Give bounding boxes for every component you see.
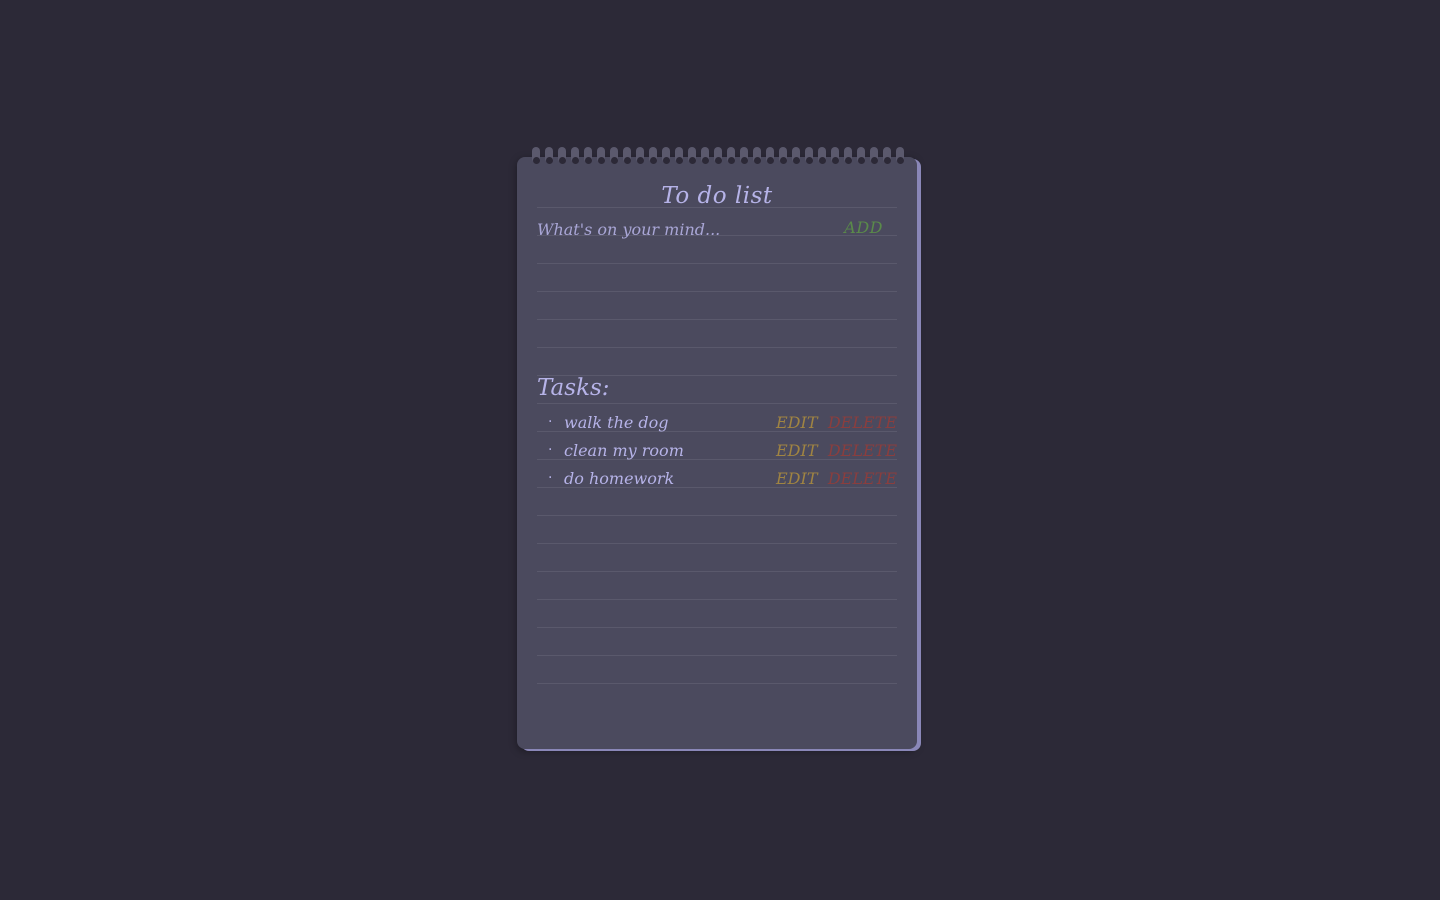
spiral-coil — [700, 143, 710, 179]
task-item: · do homework EDIT DELETE — [537, 466, 897, 494]
spiral-coil — [843, 143, 853, 179]
ruled-line — [537, 683, 897, 684]
ruled-line — [537, 291, 897, 292]
ruled-line — [537, 515, 897, 516]
spiral-binding — [531, 143, 905, 179]
spiral-coil — [583, 143, 593, 179]
spiral-coil — [765, 143, 775, 179]
spiral-coil — [609, 143, 619, 179]
spiral-coil — [791, 143, 801, 179]
ruled-line — [537, 627, 897, 628]
spiral-coil — [596, 143, 606, 179]
spiral-coil — [622, 143, 632, 179]
spiral-coil — [635, 143, 645, 179]
ruled-line — [537, 543, 897, 544]
task-item: · walk the dog EDIT DELETE — [537, 410, 897, 438]
add-button[interactable]: ADD — [844, 218, 883, 237]
spiral-coil — [544, 143, 554, 179]
ruled-line — [537, 319, 897, 320]
bullet-icon: · — [548, 414, 553, 430]
spiral-coil — [713, 143, 723, 179]
ruled-line — [537, 347, 897, 348]
ruled-line — [537, 403, 897, 404]
spiral-coil — [726, 143, 736, 179]
spiral-coil — [752, 143, 762, 179]
spiral-coil — [661, 143, 671, 179]
delete-button[interactable]: DELETE — [828, 441, 897, 460]
delete-button[interactable]: DELETE — [828, 469, 897, 488]
task-list: · walk the dog EDIT DELETE · clean my ro… — [537, 410, 897, 494]
spiral-coil — [804, 143, 814, 179]
spiral-coil — [674, 143, 684, 179]
edit-button[interactable]: EDIT — [776, 413, 818, 432]
task-input[interactable] — [537, 217, 837, 241]
task-text: do homework — [564, 469, 675, 488]
ruled-line — [537, 263, 897, 264]
spiral-coil — [869, 143, 879, 179]
tasks-heading: Tasks: — [537, 375, 610, 401]
delete-button[interactable]: DELETE — [828, 413, 897, 432]
spiral-coil — [895, 143, 905, 179]
spiral-coil — [817, 143, 827, 179]
spiral-coil — [557, 143, 567, 179]
ruled-line — [537, 655, 897, 656]
spiral-coil — [687, 143, 697, 179]
ruled-line — [537, 599, 897, 600]
spiral-coil — [830, 143, 840, 179]
spiral-coil — [778, 143, 788, 179]
task-item: · clean my room EDIT DELETE — [537, 438, 897, 466]
bullet-icon: · — [548, 470, 553, 486]
task-text: clean my room — [564, 441, 684, 460]
spiral-coil — [882, 143, 892, 179]
spiral-coil — [531, 143, 541, 179]
edit-button[interactable]: EDIT — [776, 469, 818, 488]
spiral-coil — [648, 143, 658, 179]
task-text: walk the dog — [564, 413, 669, 432]
notepad: To do list ADD Tasks: · walk the dog EDI… — [517, 147, 917, 749]
spiral-coil — [856, 143, 866, 179]
bullet-icon: · — [548, 442, 553, 458]
spiral-coil — [739, 143, 749, 179]
edit-button[interactable]: EDIT — [776, 441, 818, 460]
add-task-row: ADD — [537, 215, 897, 243]
spiral-coil — [570, 143, 580, 179]
app-title: To do list — [661, 183, 773, 209]
ruled-line — [537, 571, 897, 572]
